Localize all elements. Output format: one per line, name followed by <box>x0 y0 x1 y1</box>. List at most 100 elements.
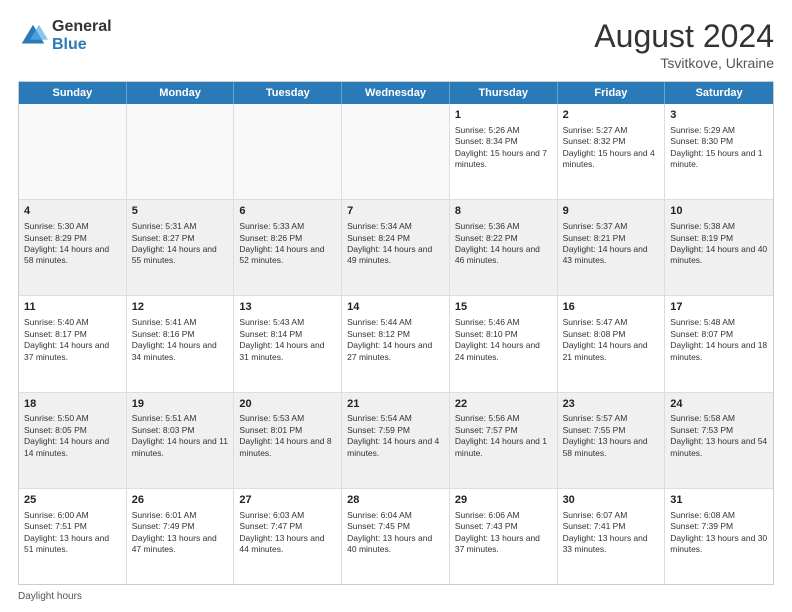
month-title: August 2024 <box>594 18 774 55</box>
footer: Daylight hours <box>18 591 774 602</box>
header-day-saturday: Saturday <box>665 82 773 104</box>
day-number: 31 <box>670 493 768 508</box>
header-day-friday: Friday <box>558 82 666 104</box>
day-number: 15 <box>455 300 552 315</box>
day-info: Sunrise: 6:04 AM Sunset: 7:45 PM Dayligh… <box>347 510 444 556</box>
calendar-cell: 29 Sunrise: 6:06 AM Sunset: 7:43 PM Dayli… <box>450 489 558 584</box>
day-number: 3 <box>670 108 768 123</box>
calendar-cell: 17 Sunrise: 5:48 AM Sunset: 8:07 PM Dayli… <box>665 296 773 391</box>
day-info: Sunrise: 5:57 AM Sunset: 7:55 PM Dayligh… <box>563 413 660 459</box>
calendar-cell: 20Sunrise: 5:53 AM Sunset: 8:01 PM Dayli… <box>234 393 342 488</box>
day-number: 20 <box>239 397 336 412</box>
day-number: 4 <box>24 204 121 219</box>
day-number: 19 <box>132 397 229 412</box>
calendar-cell: 13Sunrise: 5:43 AM Sunset: 8:14 PM Dayli… <box>234 296 342 391</box>
calendar-cell: 18Sunrise: 5:50 AM Sunset: 8:05 PM Dayli… <box>19 393 127 488</box>
day-number: 22 <box>455 397 552 412</box>
calendar-row-0: 1 Sunrise: 5:26 AM Sunset: 8:34 PM Daylig… <box>19 104 773 200</box>
day-info: Sunrise: 5:53 AM Sunset: 8:01 PM Dayligh… <box>239 413 336 459</box>
calendar-cell: 24Sunrise: 5:58 AM Sunset: 7:53 PM Dayli… <box>665 393 773 488</box>
calendar-row-4: 25 Sunrise: 6:00 AM Sunset: 7:51 PM Dayli… <box>19 489 773 584</box>
day-number: 30 <box>563 493 660 508</box>
calendar-row-3: 18Sunrise: 5:50 AM Sunset: 8:05 PM Dayli… <box>19 393 773 489</box>
calendar-cell: 25 Sunrise: 6:00 AM Sunset: 7:51 PM Dayli… <box>19 489 127 584</box>
calendar-cell: 3Sunrise: 5:29 AM Sunset: 8:30 PM Daylig… <box>665 104 773 199</box>
day-number: 29 <box>455 493 552 508</box>
day-number: 24 <box>670 397 768 412</box>
day-number: 26 <box>132 493 229 508</box>
calendar-header: SundayMondayTuesdayWednesdayThursdayFrid… <box>19 82 773 104</box>
calendar-cell <box>234 104 342 199</box>
day-info: Sunrise: 5:54 AM Sunset: 7:59 PM Dayligh… <box>347 413 444 459</box>
day-info: Sunrise: 5:41 AM Sunset: 8:16 PM Dayligh… <box>132 317 229 363</box>
day-info: Sunrise: 5:31 AM Sunset: 8:27 PM Dayligh… <box>132 221 229 267</box>
day-info: Sunrise: 6:08 AM Sunset: 7:39 PM Dayligh… <box>670 510 768 556</box>
day-info: Sunrise: 5:33 AM Sunset: 8:26 PM Dayligh… <box>239 221 336 267</box>
calendar-cell: 27Sunrise: 6:03 AM Sunset: 7:47 PM Dayli… <box>234 489 342 584</box>
day-info: Sunrise: 6:00 AM Sunset: 7:51 PM Dayligh… <box>24 510 121 556</box>
day-info: Sunrise: 5:37 AM Sunset: 8:21 PM Dayligh… <box>563 221 660 267</box>
page: General Blue August 2024 Tsvitkove, Ukra… <box>0 0 792 612</box>
header-day-thursday: Thursday <box>450 82 558 104</box>
day-number: 25 <box>24 493 121 508</box>
day-number: 27 <box>239 493 336 508</box>
header-day-monday: Monday <box>127 82 235 104</box>
day-number: 8 <box>455 204 552 219</box>
day-number: 7 <box>347 204 444 219</box>
day-info: Sunrise: 5:51 AM Sunset: 8:03 PM Dayligh… <box>132 413 229 459</box>
calendar-cell: 7 Sunrise: 5:34 AM Sunset: 8:24 PM Daylig… <box>342 200 450 295</box>
header-day-tuesday: Tuesday <box>234 82 342 104</box>
day-number: 16 <box>563 300 660 315</box>
calendar-cell: 26 Sunrise: 6:01 AM Sunset: 7:49 PM Dayli… <box>127 489 235 584</box>
logo-general-text: General <box>52 18 112 36</box>
calendar-cell: 10 Sunrise: 5:38 AM Sunset: 8:19 PM Dayli… <box>665 200 773 295</box>
day-info: Sunrise: 5:47 AM Sunset: 8:08 PM Dayligh… <box>563 317 660 363</box>
day-number: 9 <box>563 204 660 219</box>
day-number: 14 <box>347 300 444 315</box>
day-number: 12 <box>132 300 229 315</box>
calendar-body: 1 Sunrise: 5:26 AM Sunset: 8:34 PM Daylig… <box>19 104 773 584</box>
title-block: August 2024 Tsvitkove, Ukraine <box>594 18 774 71</box>
day-info: Sunrise: 5:26 AM Sunset: 8:34 PM Dayligh… <box>455 125 552 171</box>
calendar-cell: 6Sunrise: 5:33 AM Sunset: 8:26 PM Daylig… <box>234 200 342 295</box>
header: General Blue August 2024 Tsvitkove, Ukra… <box>18 18 774 71</box>
logo-text: General Blue <box>52 18 112 53</box>
calendar: SundayMondayTuesdayWednesdayThursdayFrid… <box>18 81 774 585</box>
day-number: 2 <box>563 108 660 123</box>
day-info: Sunrise: 6:01 AM Sunset: 7:49 PM Dayligh… <box>132 510 229 556</box>
day-number: 11 <box>24 300 121 315</box>
day-number: 13 <box>239 300 336 315</box>
calendar-cell: 9 Sunrise: 5:37 AM Sunset: 8:21 PM Daylig… <box>558 200 666 295</box>
day-number: 1 <box>455 108 552 123</box>
logo: General Blue <box>18 18 112 53</box>
day-number: 17 <box>670 300 768 315</box>
calendar-cell: 22Sunrise: 5:56 AM Sunset: 7:57 PM Dayli… <box>450 393 558 488</box>
calendar-row-2: 11Sunrise: 5:40 AM Sunset: 8:17 PM Dayli… <box>19 296 773 392</box>
day-info: Sunrise: 5:48 AM Sunset: 8:07 PM Dayligh… <box>670 317 768 363</box>
day-info: Sunrise: 5:27 AM Sunset: 8:32 PM Dayligh… <box>563 125 660 171</box>
header-day-sunday: Sunday <box>19 82 127 104</box>
calendar-cell: 31 Sunrise: 6:08 AM Sunset: 7:39 PM Dayli… <box>665 489 773 584</box>
calendar-cell: 12 Sunrise: 5:41 AM Sunset: 8:16 PM Dayli… <box>127 296 235 391</box>
calendar-cell: 4Sunrise: 5:30 AM Sunset: 8:29 PM Daylig… <box>19 200 127 295</box>
calendar-cell: 14 Sunrise: 5:44 AM Sunset: 8:12 PM Dayli… <box>342 296 450 391</box>
day-info: Sunrise: 5:36 AM Sunset: 8:22 PM Dayligh… <box>455 221 552 267</box>
calendar-cell: 11Sunrise: 5:40 AM Sunset: 8:17 PM Dayli… <box>19 296 127 391</box>
day-number: 21 <box>347 397 444 412</box>
calendar-row-1: 4Sunrise: 5:30 AM Sunset: 8:29 PM Daylig… <box>19 200 773 296</box>
calendar-cell: 23Sunrise: 5:57 AM Sunset: 7:55 PM Dayli… <box>558 393 666 488</box>
day-info: Sunrise: 5:46 AM Sunset: 8:10 PM Dayligh… <box>455 317 552 363</box>
day-number: 23 <box>563 397 660 412</box>
day-info: Sunrise: 6:06 AM Sunset: 7:43 PM Dayligh… <box>455 510 552 556</box>
day-info: Sunrise: 5:38 AM Sunset: 8:19 PM Dayligh… <box>670 221 768 267</box>
header-day-wednesday: Wednesday <box>342 82 450 104</box>
day-number: 5 <box>132 204 229 219</box>
day-info: Sunrise: 5:34 AM Sunset: 8:24 PM Dayligh… <box>347 221 444 267</box>
day-number: 10 <box>670 204 768 219</box>
day-info: Sunrise: 5:44 AM Sunset: 8:12 PM Dayligh… <box>347 317 444 363</box>
day-info: Sunrise: 5:58 AM Sunset: 7:53 PM Dayligh… <box>670 413 768 459</box>
calendar-cell: 16 Sunrise: 5:47 AM Sunset: 8:08 PM Dayli… <box>558 296 666 391</box>
calendar-cell: 1 Sunrise: 5:26 AM Sunset: 8:34 PM Daylig… <box>450 104 558 199</box>
day-info: Sunrise: 5:50 AM Sunset: 8:05 PM Dayligh… <box>24 413 121 459</box>
calendar-cell <box>127 104 235 199</box>
